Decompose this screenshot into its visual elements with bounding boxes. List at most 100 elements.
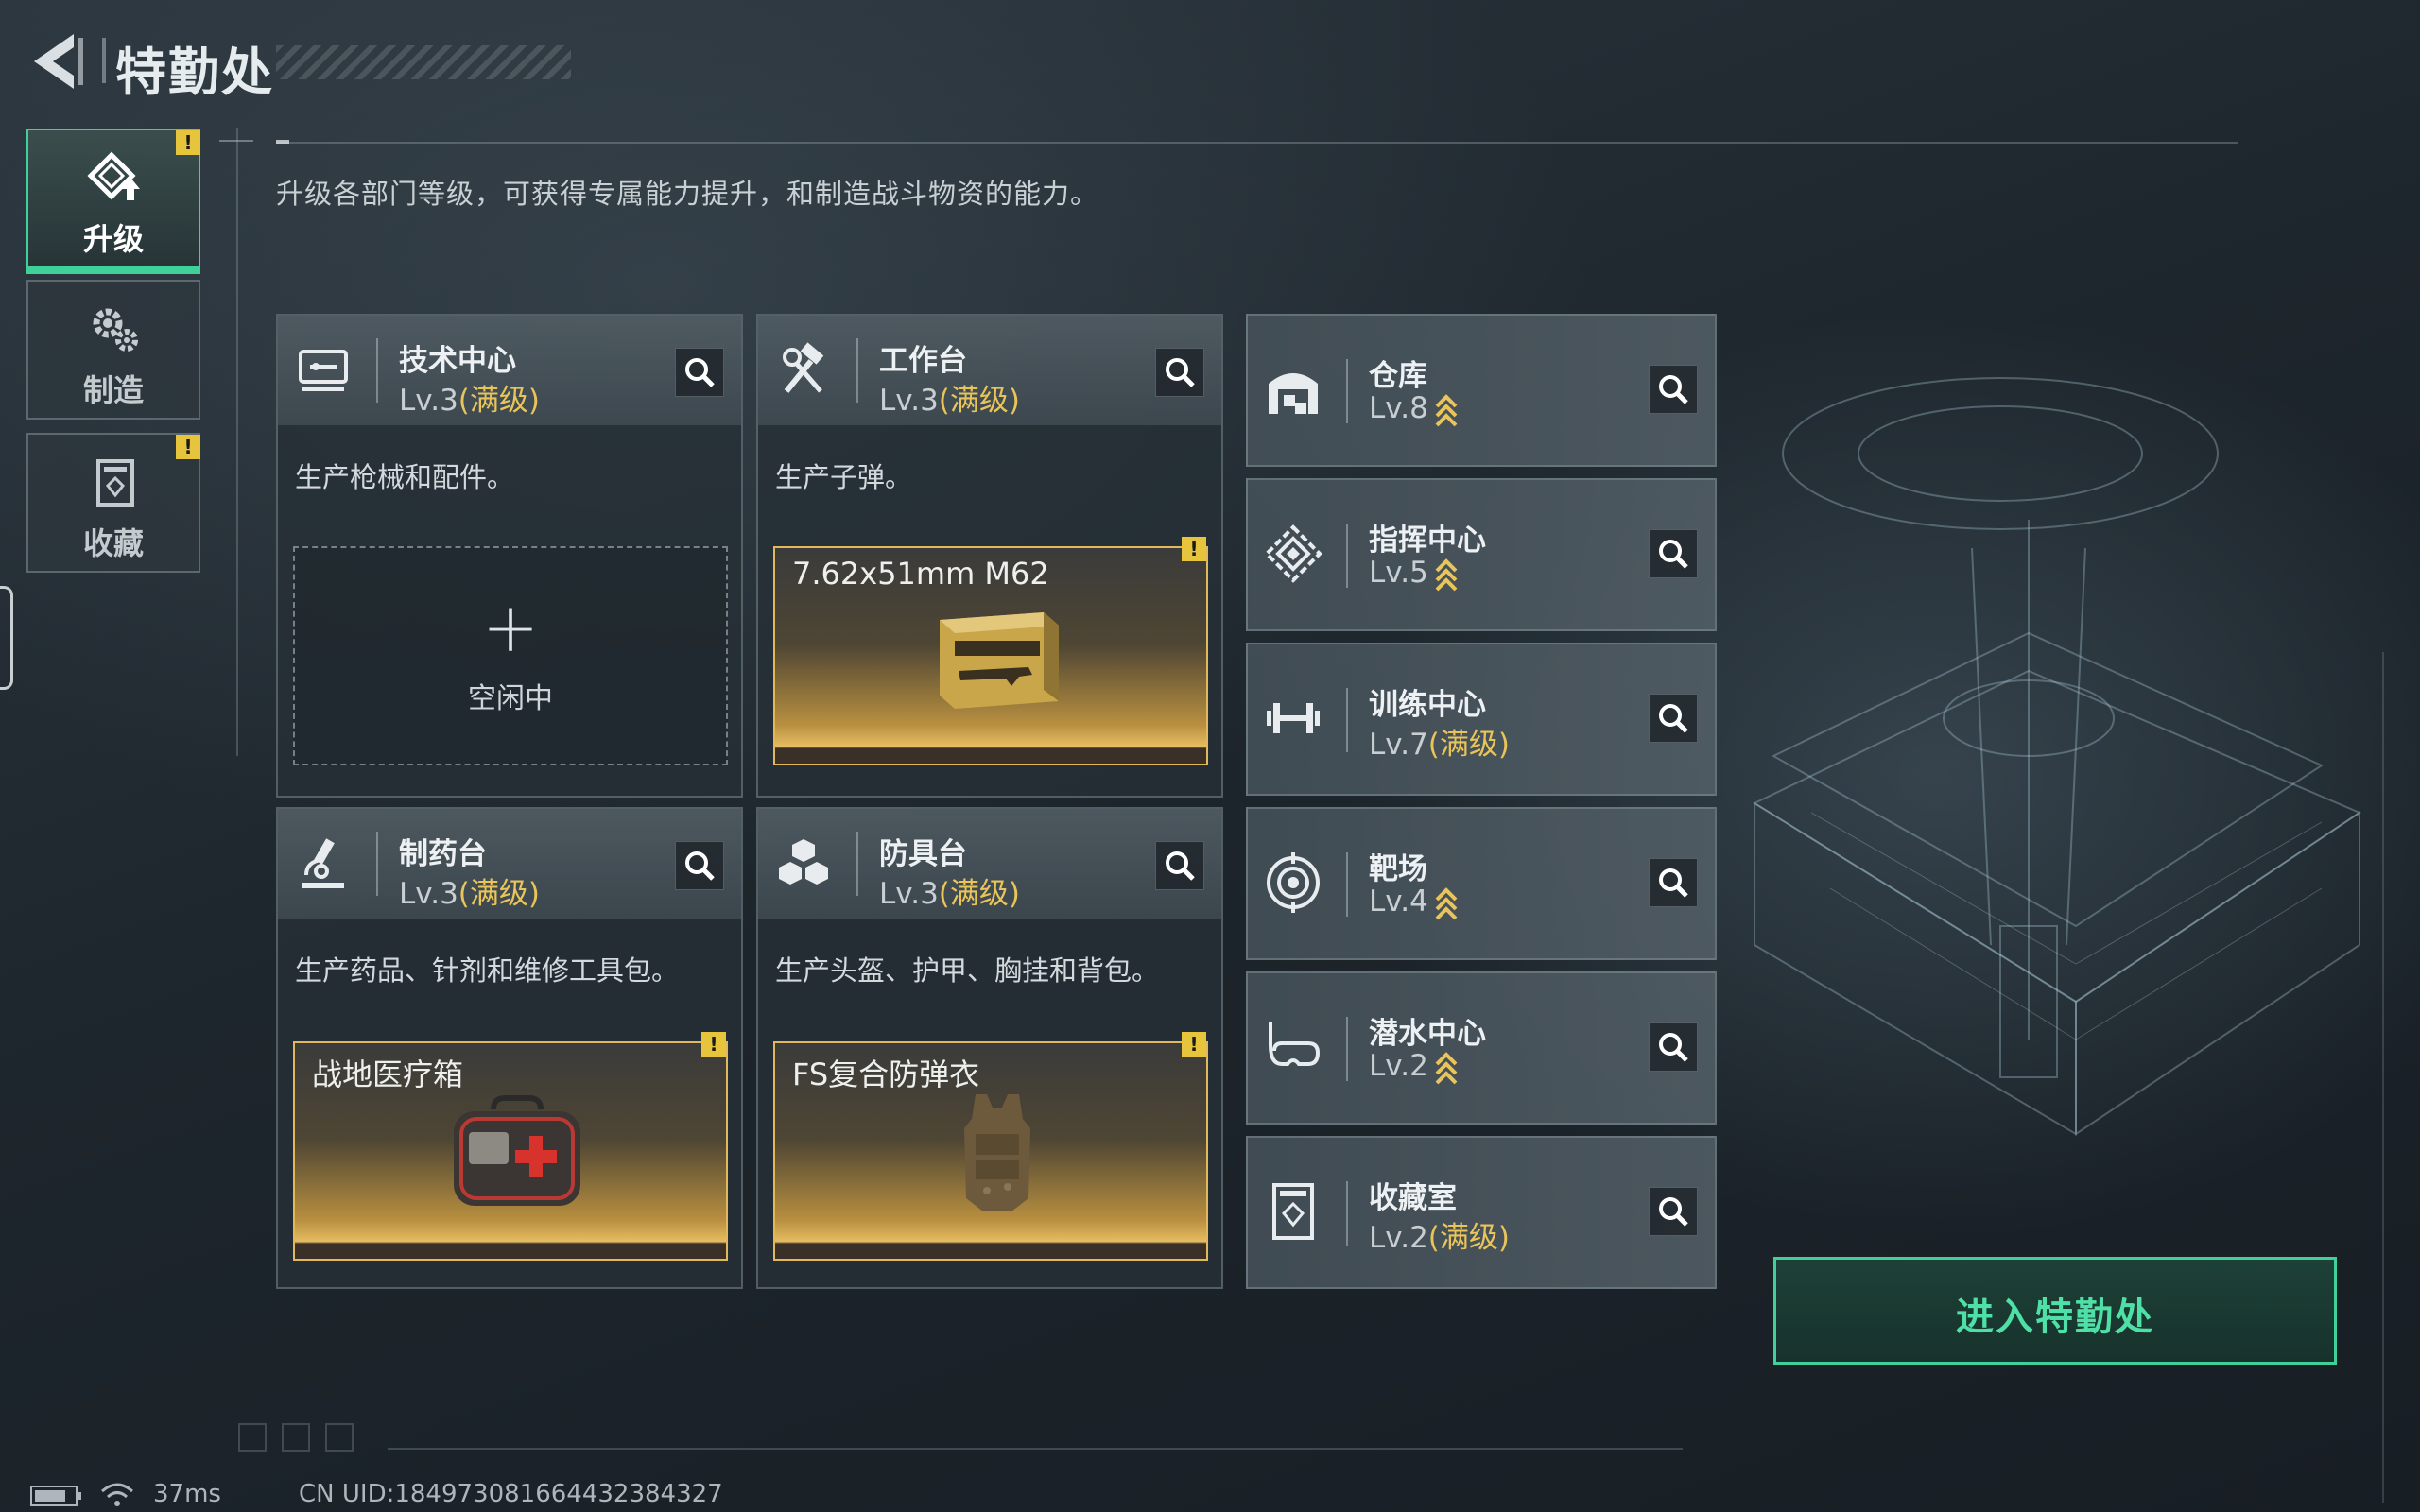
nav-tab-label: 制造 [82, 372, 144, 408]
search-icon [1659, 868, 1688, 898]
upgrade-icon [87, 151, 140, 200]
search-button[interactable] [1649, 365, 1698, 414]
card-header: 制药台 Lv.3(满级) [278, 809, 741, 919]
upgrade-available-icon [1435, 393, 1458, 426]
building-training-center[interactable]: 训练中心 Lv.7(满级) [1246, 643, 1717, 796]
decorative-box [325, 1423, 354, 1452]
production-slot-item[interactable]: FS复合防弹衣 ! [773, 1032, 1208, 1261]
side-drawer-handle[interactable] [0, 586, 13, 690]
nav-tab-craft[interactable]: 制造 [26, 280, 200, 420]
facility-description: 生产头盔、护甲、胸挂和背包。 [775, 954, 1160, 987]
facility-name: 工作台 [879, 344, 967, 378]
building-name: 指挥中心 [1369, 524, 1486, 558]
dumbbell-icon [1267, 703, 1320, 733]
maxed-tag: (满级) [938, 877, 1020, 911]
search-icon [1659, 1033, 1688, 1062]
ping-readout: 37ms [153, 1480, 221, 1508]
search-icon [1659, 540, 1688, 569]
production-slot-item[interactable]: 战地医疗箱 ! [293, 1032, 728, 1261]
card-separator [1346, 688, 1348, 752]
card-separator [856, 832, 858, 896]
building-warehouse[interactable]: 仓库 Lv.8 [1246, 314, 1717, 467]
search-icon [1659, 375, 1688, 404]
maxed-tag: (满级) [458, 877, 540, 911]
armor-cubes-icon [779, 839, 828, 885]
search-button[interactable] [675, 841, 724, 890]
level-value: Lv.3 [399, 877, 458, 911]
back-button[interactable] [26, 30, 87, 93]
search-button[interactable] [1649, 694, 1698, 743]
building-level: Lv.2 [1369, 1049, 1459, 1085]
slot-status: 空闲中 [468, 682, 553, 715]
enter-button-label: 进入特勤处 [1956, 1296, 2154, 1339]
add-icon: + [481, 588, 540, 667]
building-diving-center[interactable]: 潜水中心 Lv.2 [1246, 971, 1717, 1125]
level-value: Lv.2 [1369, 1221, 1428, 1255]
building-shooting-range[interactable]: 靶场 Lv.4 [1246, 807, 1717, 960]
production-slot-item[interactable]: 7.62x51mm M62 ! [773, 537, 1208, 765]
facility-level: Lv.3(满级) [399, 376, 540, 419]
production-slot-empty[interactable]: + 空闲中 [293, 546, 728, 765]
facility-description: 生产枪械和配件。 [295, 461, 515, 493]
building-level: Lv.5 [1369, 556, 1459, 592]
card-header: 工作台 Lv.3(满级) [758, 316, 1221, 425]
search-button[interactable] [1155, 348, 1204, 397]
maxed-tag: (满级) [938, 384, 1020, 418]
hammer-wrench-icon [783, 342, 824, 393]
warehouse-icon [1269, 373, 1318, 414]
building-collection-room[interactable]: 收藏室 Lv.2(满级) [1246, 1136, 1717, 1289]
facility-description: 生产子弹。 [775, 461, 913, 493]
upgrade-available-icon [1435, 558, 1458, 591]
wifi-icon [101, 1483, 133, 1506]
card-header: 技术中心 Lv.3(满级) [278, 316, 741, 425]
nav-tab-upgrade[interactable]: 升级 ! [26, 129, 200, 274]
card-separator [1346, 1017, 1348, 1081]
maxed-tag: (满级) [1427, 728, 1510, 762]
search-icon [1166, 358, 1195, 387]
microscope-icon [302, 838, 344, 888]
page-subtitle: 升级各部门等级，可获得专属能力提升，和制造战斗物资的能力。 [276, 178, 1099, 210]
user-uid: CN UID:1849730816644323843​27 [299, 1480, 723, 1508]
header-divider-tick [276, 140, 289, 144]
warning-badge: ! [1182, 1032, 1206, 1057]
search-button[interactable] [1649, 529, 1698, 578]
title-divider [102, 38, 106, 83]
building-level: Lv.7(满级) [1369, 720, 1510, 763]
search-icon [1659, 1197, 1688, 1227]
search-button[interactable] [1649, 858, 1698, 907]
nav-tab-label: 收藏 [82, 525, 144, 561]
nav-tab-collection[interactable]: 收藏 ! [26, 433, 200, 573]
decorative-box [238, 1423, 267, 1452]
command-center-icon [1264, 524, 1322, 583]
title-decoration [276, 45, 571, 79]
level-value: Lv.2 [1369, 1049, 1428, 1083]
facility-card-pharmacy: 制药台 Lv.3(满级) 生产药品、针剂和维修工具包。 战地医疗箱 ! [276, 807, 743, 1289]
building-name: 训练中心 [1369, 688, 1486, 722]
search-button[interactable] [1155, 841, 1204, 890]
bottom-divider [388, 1448, 1683, 1450]
search-icon [1659, 704, 1688, 733]
level-value: Lv.5 [1369, 556, 1428, 590]
enter-special-ops-button[interactable]: 进入特勤处 [1773, 1257, 2337, 1365]
body-armor-icon [964, 1094, 1030, 1211]
warning-badge: ! [701, 1032, 726, 1057]
building-name: 收藏室 [1369, 1181, 1457, 1215]
search-button[interactable] [675, 348, 724, 397]
warning-badge: ! [176, 435, 200, 459]
facility-card-workbench: 工作台 Lv.3(满级) 生产子弹。 7.62x51mm M62 ! [756, 314, 1223, 798]
nav-tab-label: 升级 [82, 221, 144, 257]
decorative-box [282, 1423, 310, 1452]
search-button[interactable] [1649, 1187, 1698, 1236]
building-command-center[interactable]: 指挥中心 Lv.5 [1246, 478, 1717, 631]
card-separator [376, 338, 378, 403]
card-header: 防具台 Lv.3(满级) [758, 809, 1221, 919]
search-icon [685, 358, 715, 387]
search-button[interactable] [1649, 1022, 1698, 1072]
right-divider [2382, 652, 2384, 1503]
facility-name: 防具台 [879, 837, 967, 871]
header-divider [276, 142, 2238, 144]
building-level: Lv.4 [1369, 885, 1459, 920]
card-separator [1346, 359, 1348, 423]
level-value: Lv.3 [879, 384, 939, 418]
nav-divider-cross [219, 140, 253, 142]
